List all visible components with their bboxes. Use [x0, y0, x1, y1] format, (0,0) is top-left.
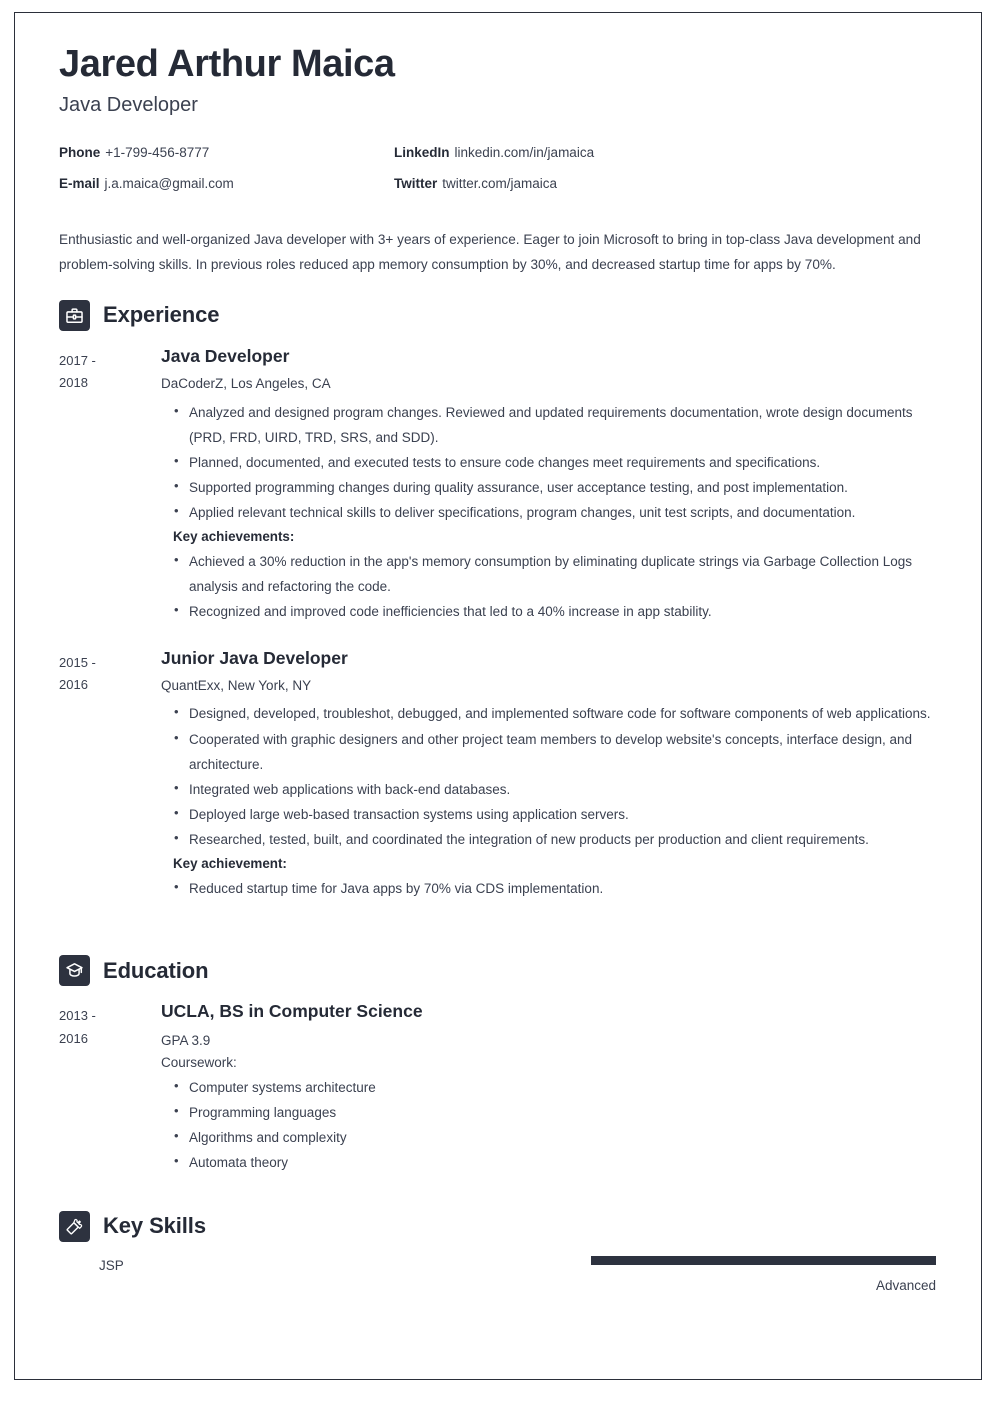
list-item: Achieved a 30% reduction in the app's me… — [173, 548, 936, 599]
achievement-list: Reduced startup time for Java apps by 70… — [173, 875, 936, 901]
date-end: 2016 — [59, 1030, 88, 1046]
job-role-title: Junior Java Developer — [161, 647, 348, 668]
skill-row: JSP Advanced — [59, 1255, 936, 1296]
entry-body: Junior Java Developer QuantExx, New York… — [161, 647, 936, 902]
responsibility-list: Designed, developed, troubleshot, debugg… — [173, 700, 936, 852]
puzzle-piece-icon — [59, 1210, 90, 1242]
contact-item-twitter[interactable]: Twitter twitter.com/jamaica — [394, 176, 936, 192]
graduation-cap-icon — [59, 955, 90, 987]
briefcase-icon — [59, 299, 90, 331]
list-item: Supported programming changes during qua… — [173, 474, 936, 500]
date-end: 2018 — [59, 375, 88, 391]
skill-bar-track — [591, 1255, 936, 1265]
list-item: Cooperated with graphic designers and ot… — [173, 726, 936, 777]
employer-and-location: QuantExx, New York, NY — [161, 678, 312, 694]
section-title: Education — [103, 957, 209, 983]
contact-label: LinkedIn — [394, 144, 450, 160]
gpa-value: GPA 3.9 — [161, 1032, 211, 1048]
entry-date-range: 2017 - 2018 — [59, 345, 161, 395]
skill-name: JSP — [99, 1257, 124, 1273]
list-item: Planned, documented, and executed tests … — [173, 449, 936, 475]
page-title: Jared Arthur Maica — [59, 43, 395, 85]
degree-title: UCLA, BS in Computer Science — [161, 1001, 423, 1022]
list-item: Recognized and improved code inefficienc… — [173, 598, 936, 624]
responsibility-list: Analyzed and designed program changes. R… — [173, 399, 936, 526]
skill-level-label: Advanced — [875, 1277, 936, 1293]
achievement-list: Achieved a 30% reduction in the app's me… — [173, 548, 936, 624]
employer-and-location: DaCoderZ, Los Angeles, CA — [161, 376, 331, 392]
contact-label: Twitter — [394, 175, 438, 191]
date-end: 2016 — [59, 676, 88, 692]
list-item: Automata theory — [173, 1149, 936, 1175]
entry-body: Java Developer DaCoderZ, Los Angeles, CA… — [161, 345, 936, 625]
list-item: Algorithms and complexity — [173, 1124, 936, 1150]
list-item: Computer systems architecture — [173, 1073, 936, 1100]
education-entry: 2013 - 2016 UCLA, BS in Computer Science… — [59, 1000, 936, 1175]
contact-value[interactable]: linkedin.com/in/jamaica — [455, 145, 595, 160]
resume-page-wrapper: Jared Arthur Maica Java Developer Phone +… — [0, 0, 996, 1406]
entry-date-range: 2013 - 2016 — [59, 1000, 161, 1050]
section-header-education: Education — [59, 955, 936, 987]
list-item: Reduced startup time for Java apps by 70… — [173, 875, 936, 901]
list-item: Designed, developed, troubleshot, debugg… — [173, 700, 936, 726]
skill-bar-fill — [591, 1255, 936, 1265]
contact-item-linkedin[interactable]: LinkedIn linkedin.com/in/jamaica — [394, 145, 936, 161]
contact-details: Phone +1-799-456-8777 LinkedIn linkedin.co… — [59, 145, 936, 192]
experience-entry: 2015 - 2016 Junior Java Developer QuantE… — [59, 647, 936, 902]
contact-value[interactable]: j.a.maica@gmail.com — [105, 176, 234, 191]
section-title: Experience — [103, 302, 220, 328]
contact-value: +1-799-456-8777 — [105, 144, 210, 160]
contact-item-email[interactable]: E-mail j.a.maica@gmail.com — [59, 176, 394, 192]
section-header-experience: Experience — [59, 299, 936, 331]
experience-entry: 2017 - 2018 Java Developer DaCoderZ, Los… — [59, 345, 936, 625]
contact-label: E-mail — [59, 175, 100, 191]
date-start: 2017 - — [59, 352, 96, 368]
coursework-list: Computer systems architecture Programmin… — [173, 1073, 936, 1175]
contact-item-phone: Phone +1-799-456-8777 — [59, 145, 394, 161]
date-start: 2015 - — [59, 654, 96, 670]
contact-label: Phone — [59, 144, 101, 160]
coursework-label: Coursework: — [161, 1055, 237, 1071]
list-item: Analyzed and designed program changes. R… — [173, 399, 936, 450]
job-title: Java Developer — [59, 93, 198, 116]
key-achievements-label: Key achievements: — [173, 529, 295, 545]
list-item: Integrated web applications with back-en… — [173, 776, 936, 802]
section-title: Key Skills — [103, 1213, 206, 1239]
skill-meter: Advanced — [161, 1255, 936, 1296]
professional-summary: Enthusiastic and well-organized Java dev… — [59, 231, 921, 273]
date-start: 2013 - — [59, 1008, 96, 1024]
list-item: Deployed large web-based transaction sys… — [173, 801, 936, 827]
list-item: Programming languages — [173, 1099, 936, 1125]
entry-date-range: 2015 - 2016 — [59, 647, 161, 697]
section-header-key-skills: Key Skills — [59, 1210, 936, 1242]
job-role-title: Java Developer — [161, 345, 290, 366]
contact-value[interactable]: twitter.com/jamaica — [442, 176, 557, 191]
resume-sheet: Jared Arthur Maica Java Developer Phone +… — [14, 12, 982, 1380]
list-item: Researched, tested, built, and coordinat… — [173, 826, 936, 852]
list-item: Applied relevant technical skills to del… — [173, 499, 936, 525]
entry-body: UCLA, BS in Computer Science GPA 3.9 Cou… — [161, 1000, 936, 1175]
key-achievements-label: Key achievement: — [173, 856, 287, 872]
